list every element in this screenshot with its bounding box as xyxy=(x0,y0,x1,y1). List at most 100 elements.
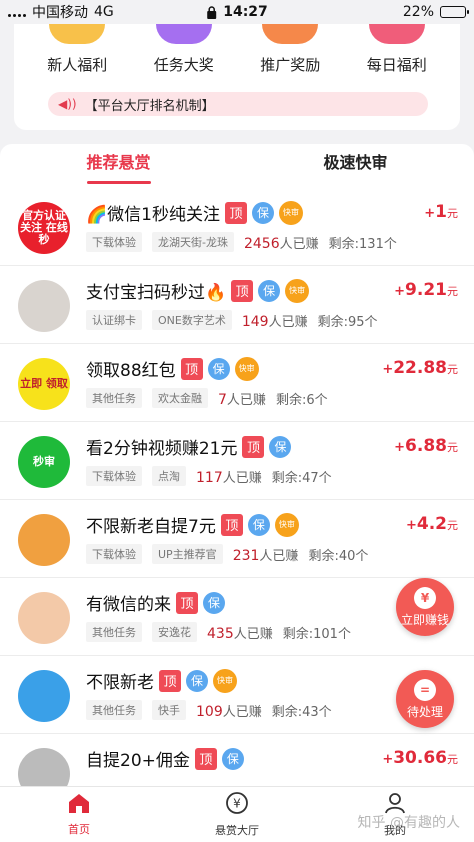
earned-suffix: 人已赚 xyxy=(226,392,266,408)
task-title: 有微信的来 xyxy=(86,595,171,615)
lock-icon xyxy=(207,5,217,19)
task-meta: 其他任务 快手 109人已赚 剩余:43个 xyxy=(86,700,332,720)
task-meta: 下载体验 UP主推荐官 231人已赚 剩余:40个 xyxy=(86,544,368,564)
task-meta: 认证绑卡 ONE数字艺术 149人已赚 剩余:95个 xyxy=(86,310,378,330)
tab-recommended-label: 推荐悬赏 xyxy=(86,152,151,172)
task-row[interactable]: 不限新老自提7元顶保快审下载体验 UP主推荐官 231人已赚 剩余:40个 +4.2元 xyxy=(0,500,474,578)
task-title-line: 🌈微信1秒纯关注顶保快审 xyxy=(86,200,303,225)
remaining-count: 剩余:6个 xyxy=(275,392,328,408)
home-icon xyxy=(67,792,91,817)
yuan-icon: ¥ xyxy=(414,586,436,609)
task-reward: +4.2元 xyxy=(406,514,458,534)
task-reward: +6.88元 xyxy=(394,436,458,456)
task-avatar: 立即 领取 xyxy=(18,358,70,410)
earn-now-button[interactable]: ¥ 立即赚钱 xyxy=(396,578,454,636)
reward-amount: 9.21 xyxy=(405,280,447,300)
task-row[interactable]: 支付宝扫码秒过🔥 顶保快审 认证绑卡 ONE数字艺术 149人已赚 剩余:95个 +9.21… xyxy=(0,266,474,344)
quick-action-0[interactable]: 新人福利 xyxy=(29,24,125,75)
top-tag: 顶 xyxy=(231,279,254,302)
earned-suffix: 人已赚 xyxy=(259,548,299,564)
task-title: 🌈微信1秒纯关注 xyxy=(86,205,220,225)
tab-recommended[interactable]: 推荐悬赏 xyxy=(0,144,237,188)
reward-plus: + xyxy=(382,752,394,767)
nav-item-1[interactable]: ¥ 悬赏大厅 xyxy=(158,787,316,842)
task-row[interactable]: 秒审 看2分钟视频赚21元顶保下载体验 点淘 117人已赚 剩余:47个 +6.88元 xyxy=(0,422,474,500)
reward-plus: + xyxy=(394,284,406,299)
task-row[interactable]: 官方认证 关注 在线秒 🌈微信1秒纯关注顶保快审 下载体验 龙湖天街-龙珠 2456人已… xyxy=(0,188,474,266)
quick-action-label: 新人福利 xyxy=(47,56,108,74)
notice-text: 【平台大厅排名机制】 xyxy=(84,98,215,114)
quick-action-2[interactable]: 推广奖励 xyxy=(242,24,338,75)
remaining-count: 剩余:40个 xyxy=(308,548,369,564)
earned-count: 7人已赚 xyxy=(218,389,266,408)
reward-unit: 元 xyxy=(447,441,458,454)
earned-suffix: 人已赚 xyxy=(222,704,262,720)
reward-unit: 元 xyxy=(447,207,458,220)
category-chip: 其他任务 xyxy=(86,388,142,408)
fast-review-tag: 快审 xyxy=(213,668,237,693)
task-row[interactable]: 立即 领取 领取88红包顶保快审 其他任务 欢太金融 7人已赚 剩余:6个 +22.88元 xyxy=(0,344,474,422)
task-tabs: 推荐悬赏 极速快审 xyxy=(0,144,474,188)
remaining-count: 剩余:43个 xyxy=(271,704,332,720)
nav-label: 首页 xyxy=(68,823,90,836)
pending-button[interactable]: = 待处理 xyxy=(396,670,454,728)
task-title: 不限新老 xyxy=(86,673,154,693)
svg-text:¥: ¥ xyxy=(233,797,241,811)
quick-action-3[interactable]: 每日福利 xyxy=(349,24,445,75)
task-title-line: 自提20+佣金顶保 xyxy=(86,746,244,771)
task-title-line: 有微信的来顶保 xyxy=(86,590,225,615)
task-title-line: 不限新老自提7元顶保快审 xyxy=(86,512,299,537)
task-meta: 其他任务 安逸花 435人已赚 剩余:101个 xyxy=(86,622,351,642)
category-chip: 下载体验 xyxy=(86,466,142,486)
speaker-icon: ◀)) xyxy=(58,97,77,111)
earned-suffix: 人已赚 xyxy=(279,236,319,252)
tab-fast-review[interactable]: 极速快审 xyxy=(237,144,474,188)
top-tag: 顶 xyxy=(194,747,217,770)
earned-count: 149人已赚 xyxy=(242,311,308,330)
task-title: 不限新老自提7元 xyxy=(86,517,216,537)
guarantee-tag: 保 xyxy=(221,747,244,770)
merchant-chip: ONE数字艺术 xyxy=(152,310,232,330)
reward-amount: 30.66 xyxy=(393,748,447,768)
task-row[interactable]: 自提20+佣金顶保 +30.66元 xyxy=(0,734,474,786)
earned-suffix: 人已赚 xyxy=(268,314,308,330)
earned-count: 109人已赚 xyxy=(196,701,262,720)
task-title-line: 不限新老顶保快审 xyxy=(86,668,237,693)
tab-fast-review-label: 极速快审 xyxy=(323,153,388,172)
top-tag: 顶 xyxy=(159,669,181,692)
task-title-line: 支付宝扫码秒过🔥 顶保快审 xyxy=(86,278,310,303)
ranking-notice[interactable]: ◀)) 【平台大厅排名机制】 xyxy=(48,92,428,116)
fast-review-tag: 快审 xyxy=(274,512,299,537)
merchant-chip: 快手 xyxy=(152,700,186,720)
reward-unit: 元 xyxy=(447,519,458,532)
nav-item-0[interactable]: 首页 xyxy=(0,787,158,842)
task-meta: 其他任务 欢太金融 7人已赚 剩余:6个 xyxy=(86,388,328,408)
guarantee-tag: 保 xyxy=(207,357,230,380)
task-reward: +1元 xyxy=(424,202,458,222)
reward-amount: 4.2 xyxy=(416,514,447,534)
guarantee-tag: 保 xyxy=(269,435,292,458)
reward-unit: 元 xyxy=(447,363,458,376)
task-meta: 下载体验 龙湖天街-龙珠 2456人已赚 剩余:131个 xyxy=(86,232,397,252)
category-chip: 其他任务 xyxy=(86,700,142,720)
task-title: 领取88红包 xyxy=(86,361,176,381)
top-tag: 顶 xyxy=(224,201,247,224)
quick-action-label: 每日福利 xyxy=(366,56,427,74)
guarantee-tag: 保 xyxy=(258,279,281,302)
merchant-chip: 龙湖天街-龙珠 xyxy=(152,232,234,252)
merchant-chip: 欢太金融 xyxy=(152,388,208,408)
task-title-line: 领取88红包顶保快审 xyxy=(86,356,259,381)
quick-action-1[interactable]: 任务大奖 xyxy=(136,24,232,75)
task-avatar xyxy=(18,280,70,332)
category-chip: 下载体验 xyxy=(86,232,142,252)
tab-underline xyxy=(86,180,151,184)
gift-icon xyxy=(49,24,106,44)
quick-actions-row: 新人福利 任务大奖 推广奖励 每日福利 xyxy=(14,24,460,75)
reward-amount: 22.88 xyxy=(393,358,447,378)
top-tag: 顶 xyxy=(176,591,198,614)
top-tag: 顶 xyxy=(220,513,243,536)
top-tag: 顶 xyxy=(180,357,203,380)
remaining-count: 剩余:131个 xyxy=(328,236,397,252)
pending-label: 待处理 xyxy=(406,704,443,719)
signal-icon xyxy=(8,7,26,17)
